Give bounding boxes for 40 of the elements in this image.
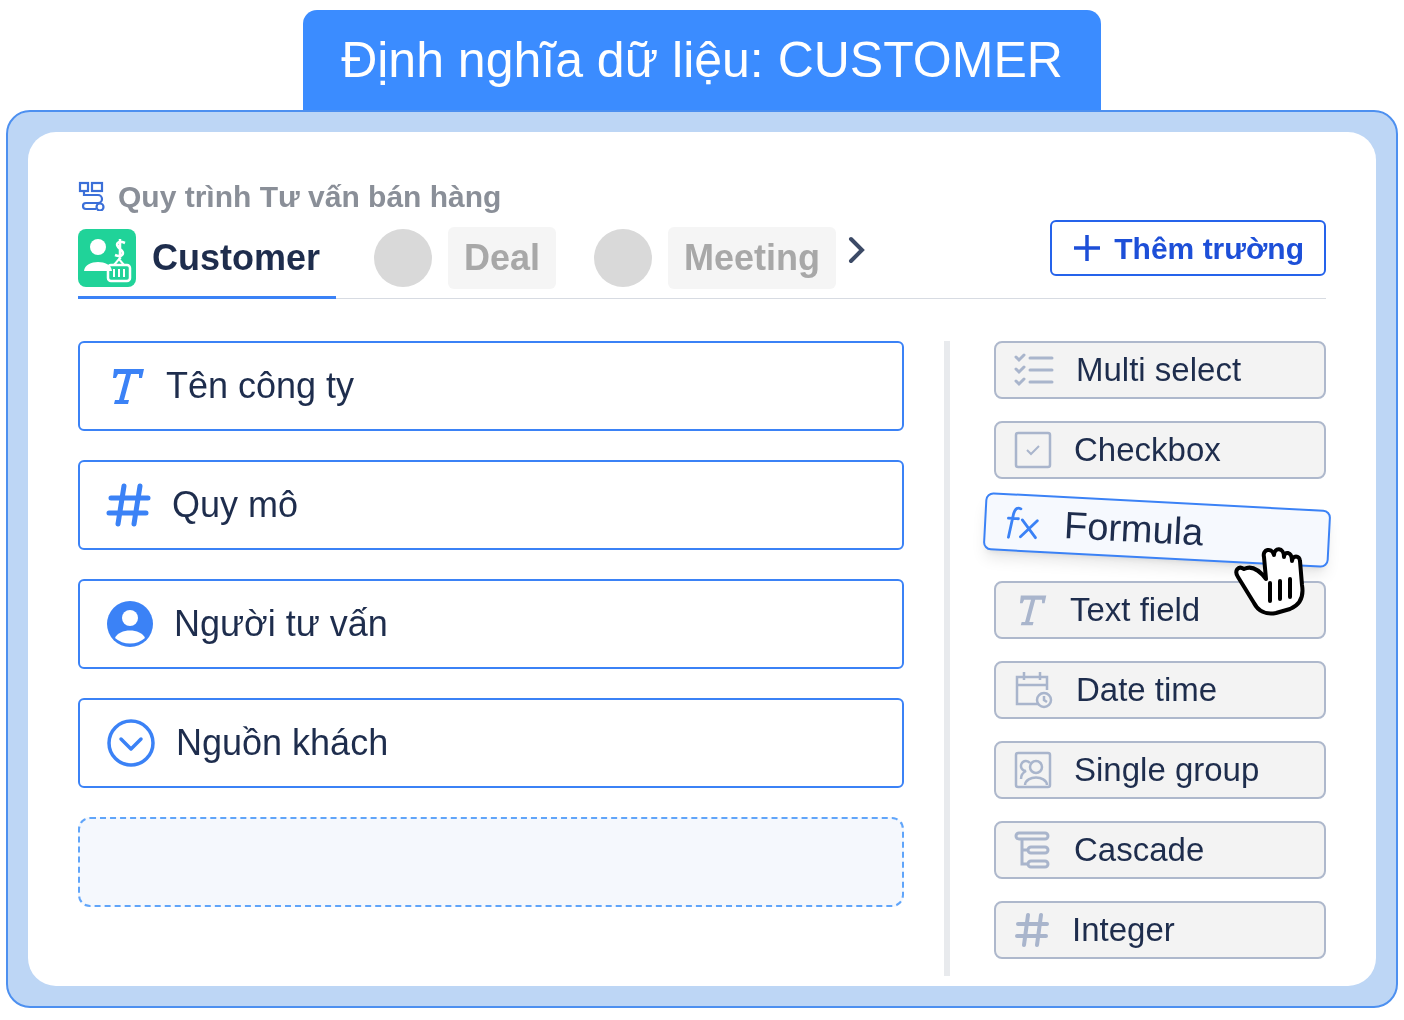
- field-type-label: Cascade: [1074, 830, 1205, 871]
- field-row[interactable]: Tên công ty: [78, 341, 904, 431]
- field-label: Nguồn khách: [176, 721, 389, 765]
- add-field-button[interactable]: Thêm trường: [1050, 220, 1326, 276]
- field-type-label: Formula: [1062, 502, 1205, 555]
- field-type-item[interactable]: Integer: [994, 901, 1326, 959]
- plus-icon: [1072, 233, 1103, 263]
- checkbox-icon: [1014, 431, 1052, 469]
- field-row[interactable]: Nguồn khách: [78, 698, 904, 788]
- user-avatar-icon: [106, 600, 154, 648]
- field-type-label: Date time: [1076, 670, 1218, 711]
- title-banner: Định nghĩa dữ liệu: CUSTOMER: [303, 10, 1101, 110]
- customer-basket-icon: [78, 228, 136, 287]
- chevron-right-icon[interactable]: [848, 236, 867, 264]
- field-row[interactable]: Quy mô: [78, 460, 904, 550]
- field-row[interactable]: Người tư vấn: [78, 579, 904, 669]
- field-type-label: Integer: [1072, 910, 1175, 951]
- tab[interactable]: Customer: [78, 219, 337, 299]
- field-type-item[interactable]: Cascade: [994, 821, 1326, 879]
- field-type-item[interactable]: Single group: [994, 741, 1326, 799]
- hash-icon: [1014, 912, 1050, 948]
- field-type-item[interactable]: Multi select: [994, 341, 1326, 399]
- tree-list-icon: [1014, 831, 1052, 869]
- field-type-label: Multi select: [1076, 350, 1242, 391]
- checklist-icon: [1014, 353, 1054, 387]
- breadcrumb-text: Quy trình Tư vấn bán hàng: [118, 178, 502, 215]
- field-type-label: Single group: [1074, 750, 1260, 791]
- chevron-circle-icon: [106, 718, 156, 768]
- user-card-icon: [1014, 751, 1052, 789]
- field-type-item[interactable]: Checkbox: [994, 421, 1326, 479]
- field-label: Người tư vấn: [174, 602, 388, 646]
- hash-icon: [106, 482, 152, 528]
- field-type-label: Checkbox: [1074, 430, 1221, 471]
- field-label: Quy mô: [172, 483, 299, 527]
- field-label: Tên công ty: [166, 364, 355, 408]
- calendar-clock-icon: [1014, 670, 1054, 710]
- field-type-item[interactable]: Date time: [994, 661, 1326, 719]
- field-type-item[interactable]: Formula: [982, 492, 1332, 568]
- flow-icon: [78, 181, 106, 211]
- field-type-label: Text field: [1070, 590, 1201, 631]
